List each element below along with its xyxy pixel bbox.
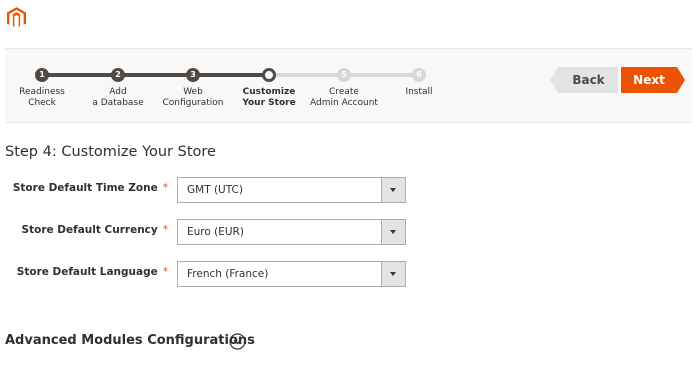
timezone-label-text: Store Default Time Zone <box>12 182 158 194</box>
currency-label-text: Store Default Currency <box>21 224 158 236</box>
step-6-marker: 6 <box>412 68 426 82</box>
timezone-select-value: GMT (UTC) <box>187 184 243 196</box>
chevron-down-icon <box>381 178 405 202</box>
back-button[interactable]: Back <box>550 67 618 93</box>
timezone-select[interactable]: GMT (UTC) <box>177 177 406 203</box>
language-field-label: Store Default Language * <box>0 266 168 278</box>
page-title: Step 4: Customize Your Store <box>5 144 216 160</box>
chevron-down-circle-icon[interactable] <box>229 333 246 350</box>
step-1-marker: 1 <box>35 68 49 82</box>
step-6-label: Install <box>405 87 433 97</box>
step-4-marker <box>262 68 276 82</box>
wizard-step-install: 6 Install <box>364 49 474 122</box>
next-button[interactable]: Next <box>621 67 685 93</box>
required-marker: * <box>162 224 168 236</box>
required-marker: * <box>162 266 168 278</box>
currency-select-value: Euro (EUR) <box>187 226 244 238</box>
language-select[interactable]: French (France) <box>177 261 406 287</box>
language-select-value: French (France) <box>187 268 269 280</box>
timezone-field-label: Store Default Time Zone * <box>0 182 168 194</box>
currency-select[interactable]: Euro (EUR) <box>177 219 406 245</box>
currency-field-label: Store Default Currency * <box>0 224 168 236</box>
chevron-down-icon <box>381 262 405 286</box>
wizard-progress-bar: 1 Readiness Check 2 Add a Database 3 Web… <box>5 48 692 123</box>
step-5-marker: 5 <box>337 68 351 82</box>
magento-logo-icon <box>7 7 26 27</box>
required-marker: * <box>162 182 168 194</box>
language-label-text: Store Default Language <box>16 266 158 278</box>
step-3-marker: 3 <box>186 68 200 82</box>
advanced-modules-title[interactable]: Advanced Modules Configurations <box>5 333 255 348</box>
chevron-down-icon <box>381 220 405 244</box>
step-2-marker: 2 <box>111 68 125 82</box>
